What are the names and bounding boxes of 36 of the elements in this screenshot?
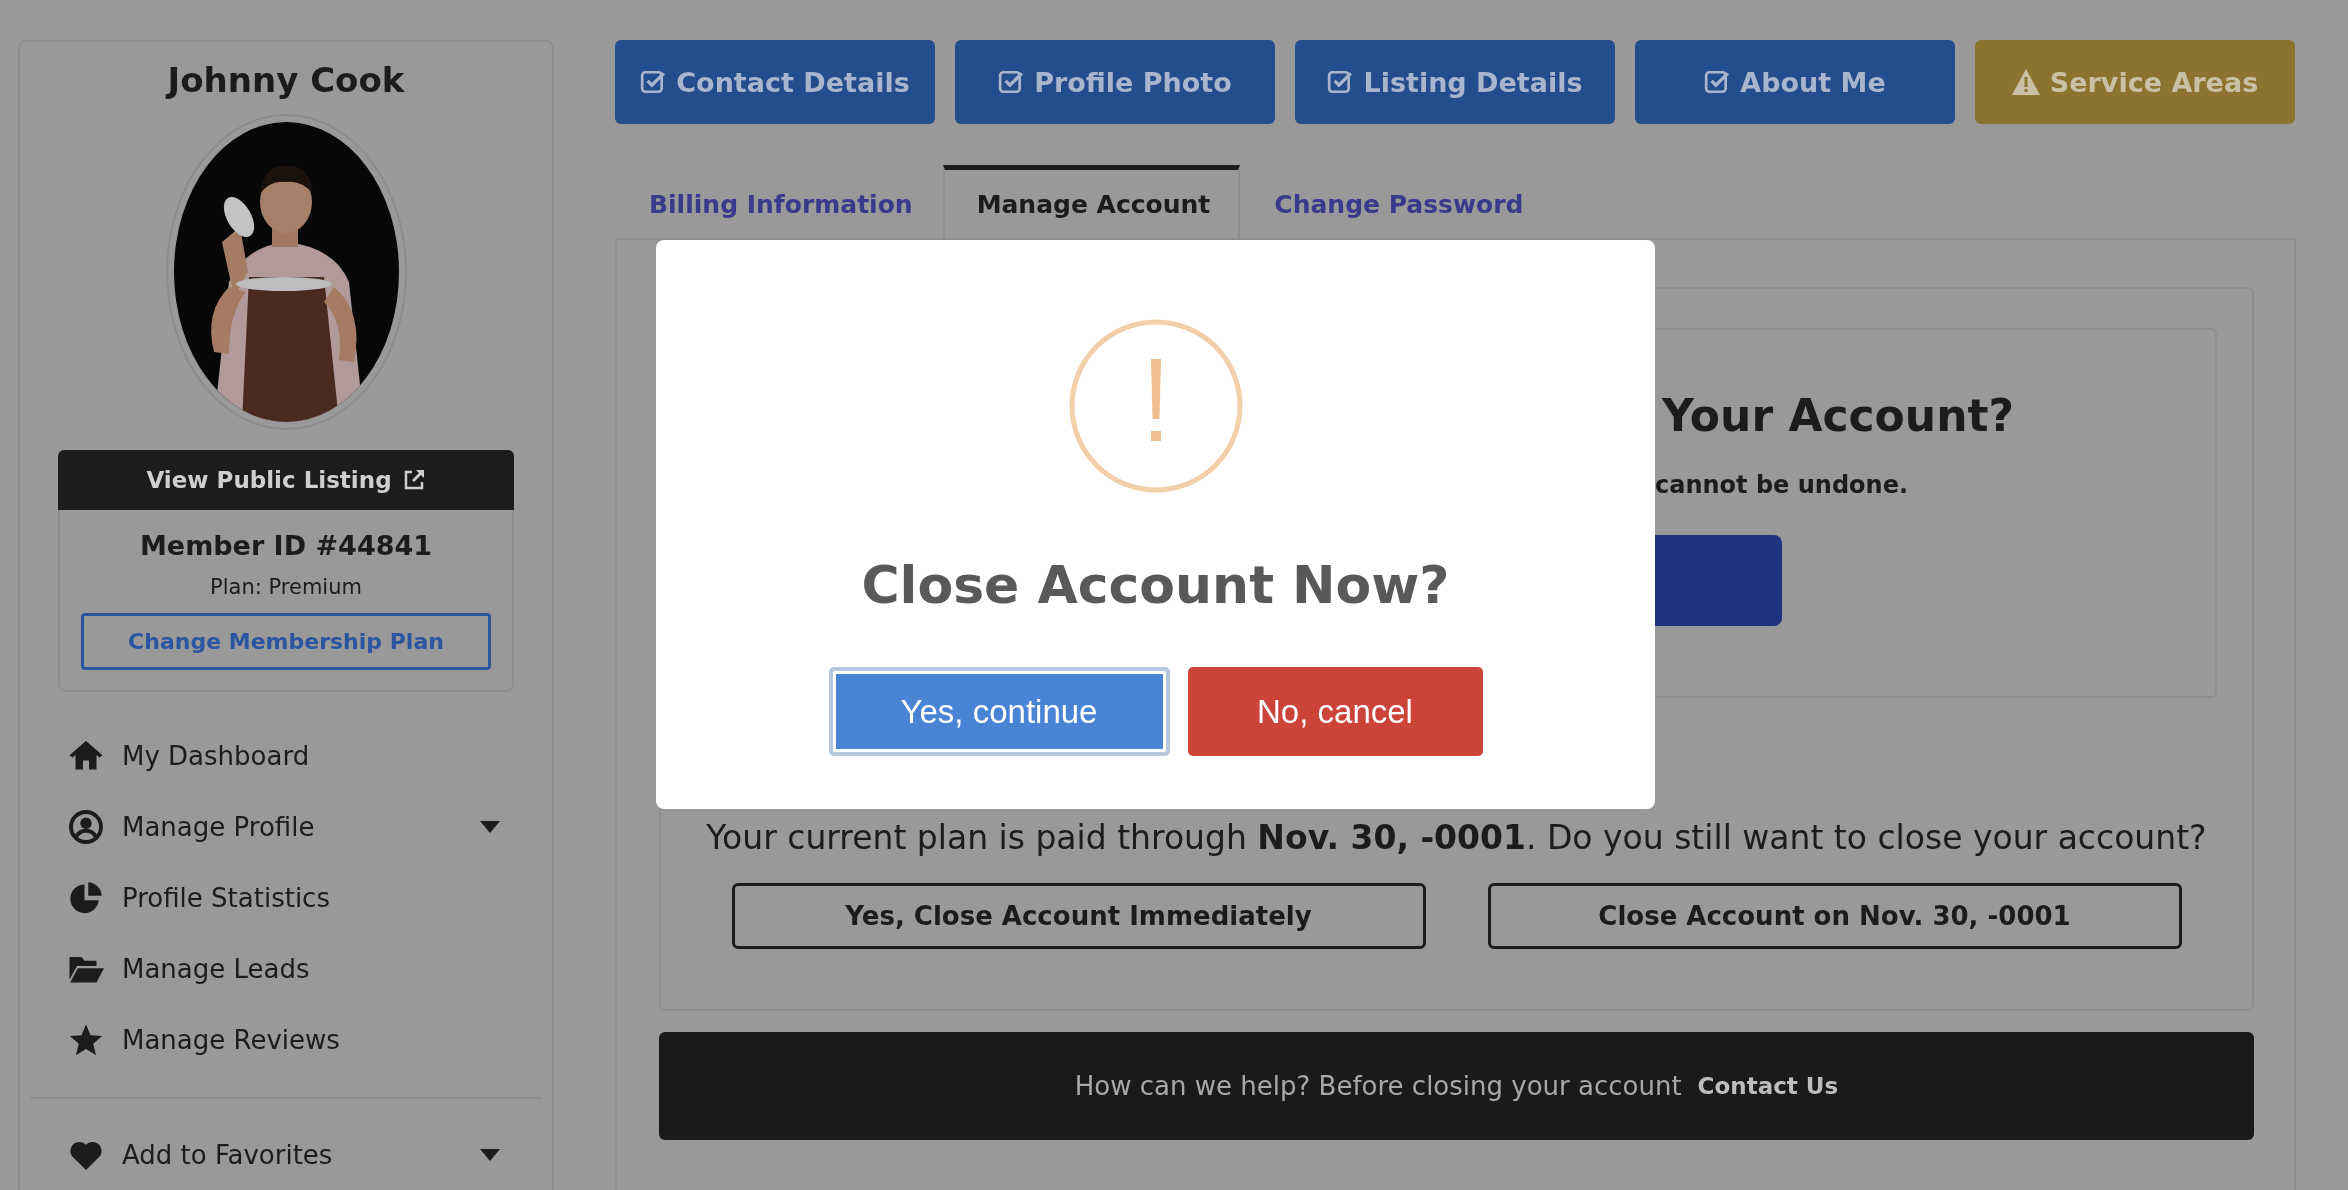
step-button[interactable]: Contact Details [615,40,935,124]
member-id: Member ID #44841 [139,530,433,561]
warning-icon [1068,319,1243,493]
nav-item[interactable]: Profile Statistics [68,862,512,933]
plan-notice: Your current plan is paid through Nov. 30, -0001. Do you still want to close your account? [705,818,2208,857]
profile-name: Johnny Cook [167,60,405,100]
dialog-title: Close Account Now? [861,555,1450,615]
step-button[interactable]: Listing Details [1295,40,1615,124]
plan-label: Plan: Premium [210,575,362,599]
warning-icon [2011,69,2040,95]
nav-item[interactable]: My Dashboard [68,720,512,791]
checkbox-icon [1704,69,1731,95]
pie-chart-icon [68,879,104,916]
checkbox-icon [1327,69,1354,95]
caret-icon [480,1148,500,1161]
card-note: cannot be undone. [1655,471,1909,499]
checkbox-icon [998,69,1025,95]
caret-icon [480,820,500,833]
nav-item[interactable]: Manage Profile [68,791,512,862]
confirm-button[interactable]: Yes, continue [828,667,1170,756]
close-account-button[interactable]: Close Account on Nov. 30, -0001 [1487,883,2182,949]
nav-item[interactable]: Manage Reviews [68,1004,512,1075]
view-listing-button[interactable]: View Public Listing [58,450,514,510]
nav-item[interactable]: Manage Leads [68,933,512,1004]
nav-item[interactable]: Add to Favorites [68,1119,512,1190]
checkbox-icon [640,69,667,95]
cancel-button[interactable]: No, cancel [1187,667,1483,756]
help-text: How can we help? Before closing your account [1074,1071,1682,1101]
tab[interactable]: Billing Information [615,165,943,240]
step-button[interactable]: Profile Photo [955,40,1275,124]
tab[interactable]: Change Password [1240,165,1554,240]
close-account-button[interactable]: Yes, Close Account Immediately [731,883,1426,949]
user-icon [68,808,104,845]
card-heading: Your Account? [1662,390,2015,441]
step-button[interactable]: About Me [1635,40,1955,124]
contact-link[interactable]: Contact Us [1697,1073,1839,1099]
